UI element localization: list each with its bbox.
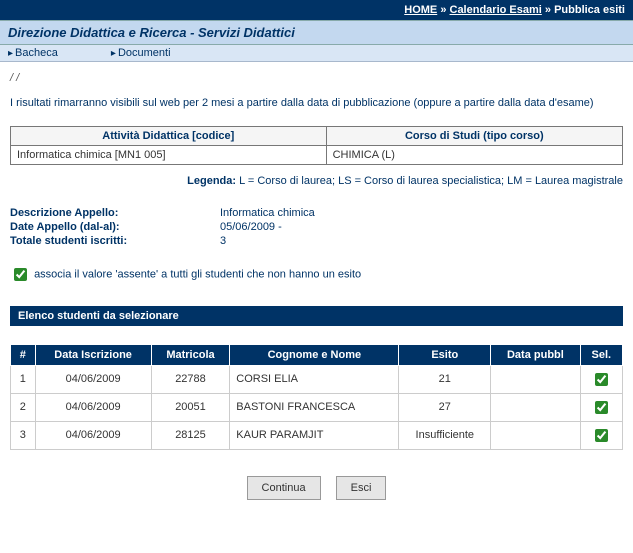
- total-label: Totale studenti iscritti:: [10, 235, 220, 247]
- nav-home-link[interactable]: HOME: [404, 4, 437, 16]
- dates-label: Date Appello (dal-al):: [10, 221, 220, 233]
- th-sel: Sel.: [580, 344, 622, 365]
- table-row: 204/06/200920051BASTONI FRANCESCA27: [11, 393, 623, 421]
- th-activity: Attività Didattica [codice]: [11, 126, 327, 145]
- absent-checkbox-label: associa il valore 'assente' a tutti gli …: [34, 268, 361, 280]
- table-row: 104/06/200922788CORSI ELIA21: [11, 365, 623, 393]
- menu-documenti-label: Documenti: [118, 47, 171, 59]
- intro-text: I risultati rimarranno visibili sul web …: [10, 96, 623, 112]
- legend: Legenda: L = Corso di laurea; LS = Corso…: [10, 175, 623, 187]
- select-row-checkbox[interactable]: [595, 373, 608, 386]
- cell-mat: 20051: [151, 393, 230, 421]
- cell-mat: 28125: [151, 421, 230, 449]
- cell-mat: 22788: [151, 365, 230, 393]
- esci-button[interactable]: Esci: [336, 476, 387, 500]
- th-mat: Matricola: [151, 344, 230, 365]
- nav-sep: »: [545, 4, 551, 16]
- continua-button[interactable]: Continua: [247, 476, 321, 500]
- desc-label: Descrizione Appello:: [10, 207, 220, 219]
- cell-date: 04/06/2009: [35, 421, 151, 449]
- cell-sel: [580, 365, 622, 393]
- cell-pub: [491, 365, 581, 393]
- nav-sep: »: [440, 4, 446, 16]
- top-breadcrumb: HOME » Calendario Esami » Pubblica esiti: [0, 0, 633, 20]
- table-row: 304/06/200928125KAUR PARAMJITInsufficien…: [11, 421, 623, 449]
- total-value: 3: [220, 235, 226, 247]
- td-course: CHIMICA (L): [326, 145, 622, 164]
- td-activity: Informatica chimica [MN1 005]: [11, 145, 327, 164]
- absent-checkbox[interactable]: [14, 268, 27, 281]
- legend-label: Legenda:: [187, 175, 236, 187]
- select-row-checkbox[interactable]: [595, 429, 608, 442]
- cell-pub: [491, 421, 581, 449]
- dates-value: 05/06/2009 -: [220, 221, 282, 233]
- breadcrumb-slashes: / /: [10, 72, 623, 84]
- th-date: Data Iscrizione: [35, 344, 151, 365]
- menu-bacheca[interactable]: ▸Bacheca: [8, 47, 58, 59]
- cell-num: 3: [11, 421, 36, 449]
- cell-esito: 27: [399, 393, 491, 421]
- menu-bacheca-label: Bacheca: [15, 47, 58, 59]
- cell-name: BASTONI FRANCESCA: [230, 393, 399, 421]
- th-esito: Esito: [399, 344, 491, 365]
- absent-checkbox-row: associa il valore 'assente' a tutti gli …: [10, 265, 623, 284]
- th-name: Cognome e Nome: [230, 344, 399, 365]
- nav-current: Pubblica esiti: [554, 4, 625, 16]
- course-info-table: Attività Didattica [codice] Corso di Stu…: [10, 126, 623, 165]
- cell-esito: 21: [399, 365, 491, 393]
- th-course: Corso di Studi (tipo corso): [326, 126, 622, 145]
- desc-value: Informatica chimica: [220, 207, 315, 219]
- cell-name: CORSI ELIA: [230, 365, 399, 393]
- students-table: # Data Iscrizione Matricola Cognome e No…: [10, 344, 623, 450]
- cell-sel: [580, 421, 622, 449]
- menu-bar: ▸Bacheca ▸Documenti: [0, 45, 633, 62]
- menu-documenti[interactable]: ▸Documenti: [111, 47, 171, 59]
- expand-icon: ▸: [111, 48, 116, 59]
- cell-sel: [580, 393, 622, 421]
- th-num: #: [11, 344, 36, 365]
- select-row-checkbox[interactable]: [595, 401, 608, 414]
- cell-pub: [491, 393, 581, 421]
- appello-details: Descrizione Appello: Informatica chimica…: [10, 207, 623, 247]
- cell-esito: Insufficiente: [399, 421, 491, 449]
- legend-text: L = Corso di laurea; LS = Corso di laure…: [236, 175, 623, 187]
- cell-date: 04/06/2009: [35, 393, 151, 421]
- button-row: Continua Esci: [10, 470, 623, 514]
- cell-name: KAUR PARAMJIT: [230, 421, 399, 449]
- nav-calendar-link[interactable]: Calendario Esami: [450, 4, 542, 16]
- cell-num: 2: [11, 393, 36, 421]
- cell-num: 1: [11, 365, 36, 393]
- cell-date: 04/06/2009: [35, 365, 151, 393]
- page-title: Direzione Didattica e Ricerca - Servizi …: [0, 20, 633, 45]
- expand-icon: ▸: [8, 48, 13, 59]
- students-section-header: Elenco studenti da selezionare: [10, 306, 623, 326]
- th-pub: Data pubbl: [491, 344, 581, 365]
